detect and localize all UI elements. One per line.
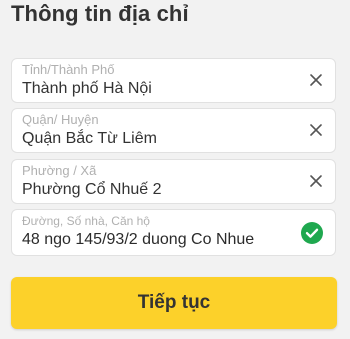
address-form-container: Thông tin địa chỉ Tỉnh/Thành Phố Thành p… [0,0,350,339]
street-address-input[interactable]: 48 ngo 145/93/2 duong Co Nhue [22,231,254,249]
district-field[interactable]: Quận/ Huyện Quận Bắc Từ Liêm [11,108,336,153]
check-circle-icon [301,222,323,244]
street-address-field[interactable]: Đường, Số nhà, Căn hộ 48 ngo 145/93/2 du… [11,209,336,256]
ward-field[interactable]: Phường / Xã Phường Cổ Nhuế 2 [11,159,336,204]
close-icon[interactable] [309,73,323,87]
close-icon[interactable] [309,174,323,188]
district-label: Quận/ Huyện [22,112,99,127]
ward-label: Phường / Xã [22,163,97,178]
district-value[interactable]: Quận Bắc Từ Liêm [22,130,157,148]
province-label: Tỉnh/Thành Phố [22,62,115,77]
province-field[interactable]: Tỉnh/Thành Phố Thành phố Hà Nội [11,58,336,103]
street-address-label: Đường, Số nhà, Căn hộ [22,214,150,228]
page-title: Thông tin địa chỉ [11,1,189,26]
ward-value[interactable]: Phường Cổ Nhuế 2 [22,181,162,199]
continue-button[interactable]: Tiếp tục [11,277,337,329]
province-value[interactable]: Thành phố Hà Nội [22,80,152,98]
close-icon[interactable] [309,123,323,137]
